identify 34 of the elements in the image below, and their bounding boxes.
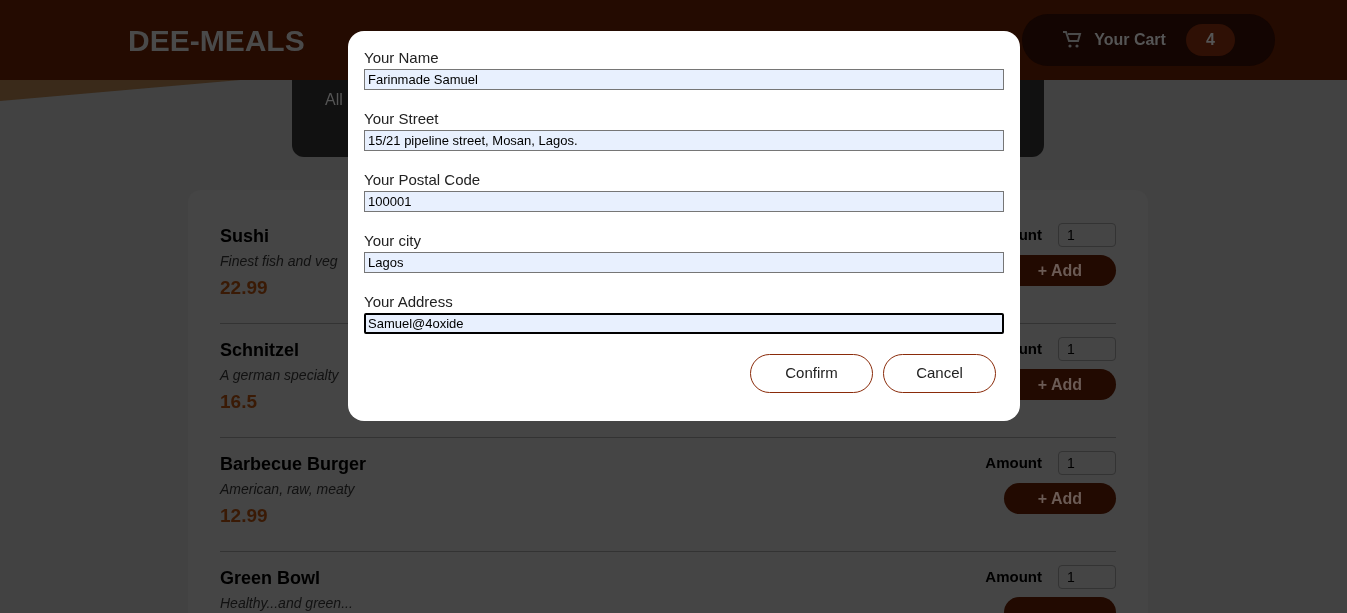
cancel-button[interactable]: Cancel xyxy=(883,354,996,393)
logo: DEE-MEALS xyxy=(128,22,305,59)
amount-field[interactable]: 1 xyxy=(1058,451,1116,475)
field-label: Your Address xyxy=(364,293,454,311)
cart-button[interactable]: Your Cart 4 xyxy=(1022,14,1275,66)
amount-label: unt xyxy=(1018,224,1042,245)
text-field[interactable]: 15/21 pipeline street, Mosan, Lagos. xyxy=(364,130,1004,151)
text-field[interactable]: 100001 xyxy=(364,191,1004,212)
field-label: Your Name xyxy=(364,49,440,67)
confirm-button[interactable]: Confirm xyxy=(750,354,873,393)
cart-count-badge: 4 xyxy=(1185,24,1235,56)
field-label: Your Postal Code xyxy=(364,171,482,189)
amount-label: Amount xyxy=(985,452,1042,473)
field-label: Your city xyxy=(364,232,422,250)
amount-label: Amount xyxy=(985,566,1042,587)
text-field[interactable]: Samuel@4oxide xyxy=(364,313,1004,334)
amount-field[interactable]: 1 xyxy=(1058,223,1116,247)
cart-icon xyxy=(1062,31,1083,49)
amount-field[interactable]: 1 xyxy=(1058,337,1116,361)
meal-price: 16.5 xyxy=(220,390,258,414)
amount-label: unt xyxy=(1018,338,1042,359)
meal-name: Green Bowl xyxy=(220,567,322,590)
meal-price: 22.99 xyxy=(220,276,269,300)
meal-name: Sushi xyxy=(220,225,270,248)
meal-price: 12.99 xyxy=(220,504,269,528)
summary-text: All xyxy=(325,91,343,108)
cart-label: Your Cart xyxy=(1094,30,1166,50)
field-label: Your Street xyxy=(364,110,440,128)
add-button[interactable]: + Add xyxy=(1004,483,1116,514)
meal-name: Schnitzel xyxy=(220,339,300,362)
amount-field[interactable]: 1 xyxy=(1058,565,1116,589)
text-field[interactable]: Lagos xyxy=(364,252,1004,273)
text-field[interactable]: Farinmade Samuel xyxy=(364,69,1004,90)
meal-name: Barbecue Burger xyxy=(220,453,367,476)
